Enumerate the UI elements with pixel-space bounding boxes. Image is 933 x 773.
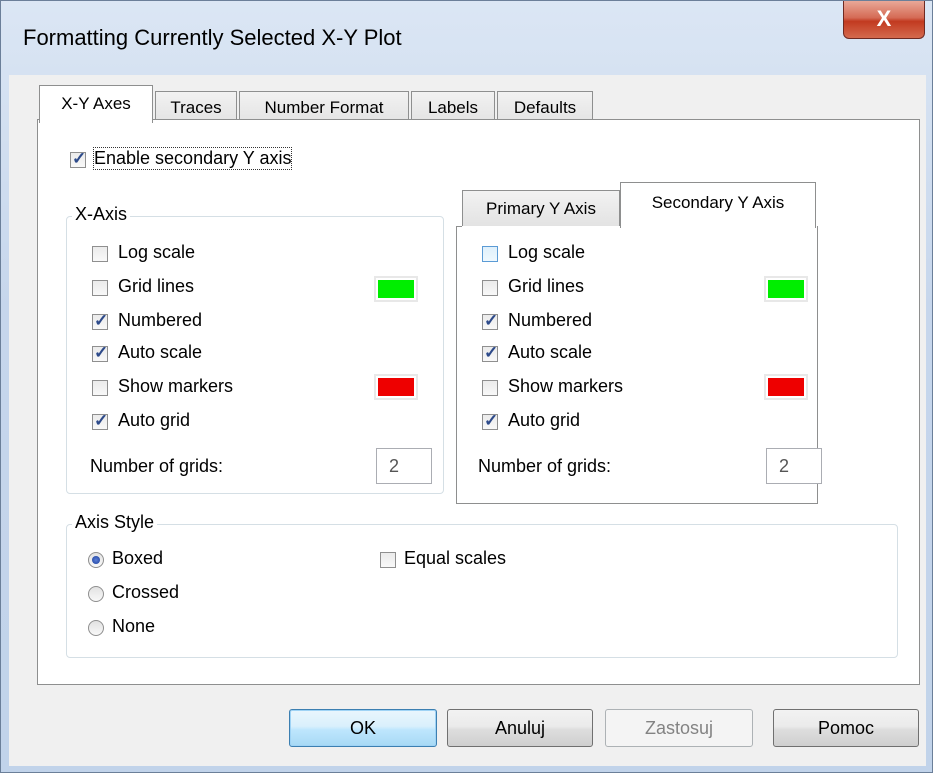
x-auto-grid-checkbox[interactable] [92,411,108,431]
equal-scales-checkbox[interactable] [380,552,396,568]
y-auto-scale-label[interactable]: Auto scale [508,342,592,363]
x-numbered-label[interactable]: Numbered [118,310,202,331]
y-number-of-grids-field[interactable]: 2 [766,448,822,484]
y-marker-color-swatch[interactable] [764,374,808,400]
x-show-markers-checkbox[interactable] [92,380,108,396]
none-label[interactable]: None [112,616,155,637]
x-marker-color-swatch[interactable] [374,374,418,400]
x-log-scale-checkbox[interactable] [92,246,108,262]
crossed-radio[interactable] [88,586,104,602]
crossed-label[interactable]: Crossed [112,582,179,603]
y-numbered-label[interactable]: Numbered [508,310,592,331]
y-show-markers-label[interactable]: Show markers [508,376,623,397]
y-auto-grid-checkbox[interactable] [482,411,498,431]
x-marker-color-fill [378,378,414,396]
x-show-markers-label[interactable]: Show markers [118,376,233,397]
x-grid-lines-label[interactable]: Grid lines [118,276,194,297]
enable-secondary-y-checkbox[interactable] [70,149,86,169]
x-grid-color-swatch[interactable] [374,276,418,302]
y-log-scale-label[interactable]: Log scale [508,242,585,263]
y-marker-color-fill [768,378,804,396]
ok-button[interactable]: OK [289,709,437,747]
y-show-markers-checkbox[interactable] [482,380,498,396]
y-numbered-checkbox[interactable] [482,311,498,331]
x-auto-scale-label[interactable]: Auto scale [118,342,202,363]
equal-scales-label[interactable]: Equal scales [404,548,506,569]
boxed-radio[interactable] [88,552,104,568]
tab-secondary-y-axis[interactable]: Secondary Y Axis [620,182,816,228]
y-grid-color-fill [768,280,804,298]
x-grid-color-fill [378,280,414,298]
window-title: Formatting Currently Selected X-Y Plot [23,25,402,50]
tab-x-y-axes[interactable]: X-Y Axes [39,85,153,123]
dialog-client-area: X-Y Axes Traces Number Format Labels Def… [9,75,926,766]
close-button[interactable]: X [843,1,925,39]
title-bar[interactable]: Formatting Currently Selected X-Y Plot X [1,1,932,75]
y-auto-scale-checkbox[interactable] [482,343,498,363]
y-auto-grid-label[interactable]: Auto grid [508,410,580,431]
axis-style-group-title: Axis Style [72,512,158,533]
x-auto-grid-label[interactable]: Auto grid [118,410,190,431]
axis-style-group [66,524,898,658]
x-number-of-grids-label: Number of grids: [90,456,224,476]
x-grid-lines-checkbox[interactable] [92,280,108,296]
y-number-of-grids-label: Number of grids: [478,456,612,476]
none-radio[interactable] [88,620,104,636]
tab-panel-x-y-axes: Enable secondary Y axis X-Axis Log scale… [37,119,920,685]
y-grid-lines-label[interactable]: Grid lines [508,276,584,297]
x-log-scale-label[interactable]: Log scale [118,242,195,263]
y-grid-color-swatch[interactable] [764,276,808,302]
y-grid-lines-checkbox[interactable] [482,280,498,296]
dialog-window: Formatting Currently Selected X-Y Plot X… [0,0,933,773]
enable-secondary-y-label[interactable]: Enable secondary Y axis [92,147,293,170]
help-button[interactable]: Pomoc [773,709,919,747]
tab-primary-y-axis[interactable]: Primary Y Axis [462,190,620,226]
y-log-scale-checkbox[interactable] [482,246,498,262]
cancel-button[interactable]: Anuluj [447,709,593,747]
x-number-of-grids-field[interactable]: 2 [376,448,432,484]
x-axis-group-title: X-Axis [72,204,131,225]
x-numbered-checkbox[interactable] [92,311,108,331]
boxed-label[interactable]: Boxed [112,548,163,569]
x-auto-scale-checkbox[interactable] [92,343,108,363]
apply-button[interactable]: Zastosuj [605,709,753,747]
